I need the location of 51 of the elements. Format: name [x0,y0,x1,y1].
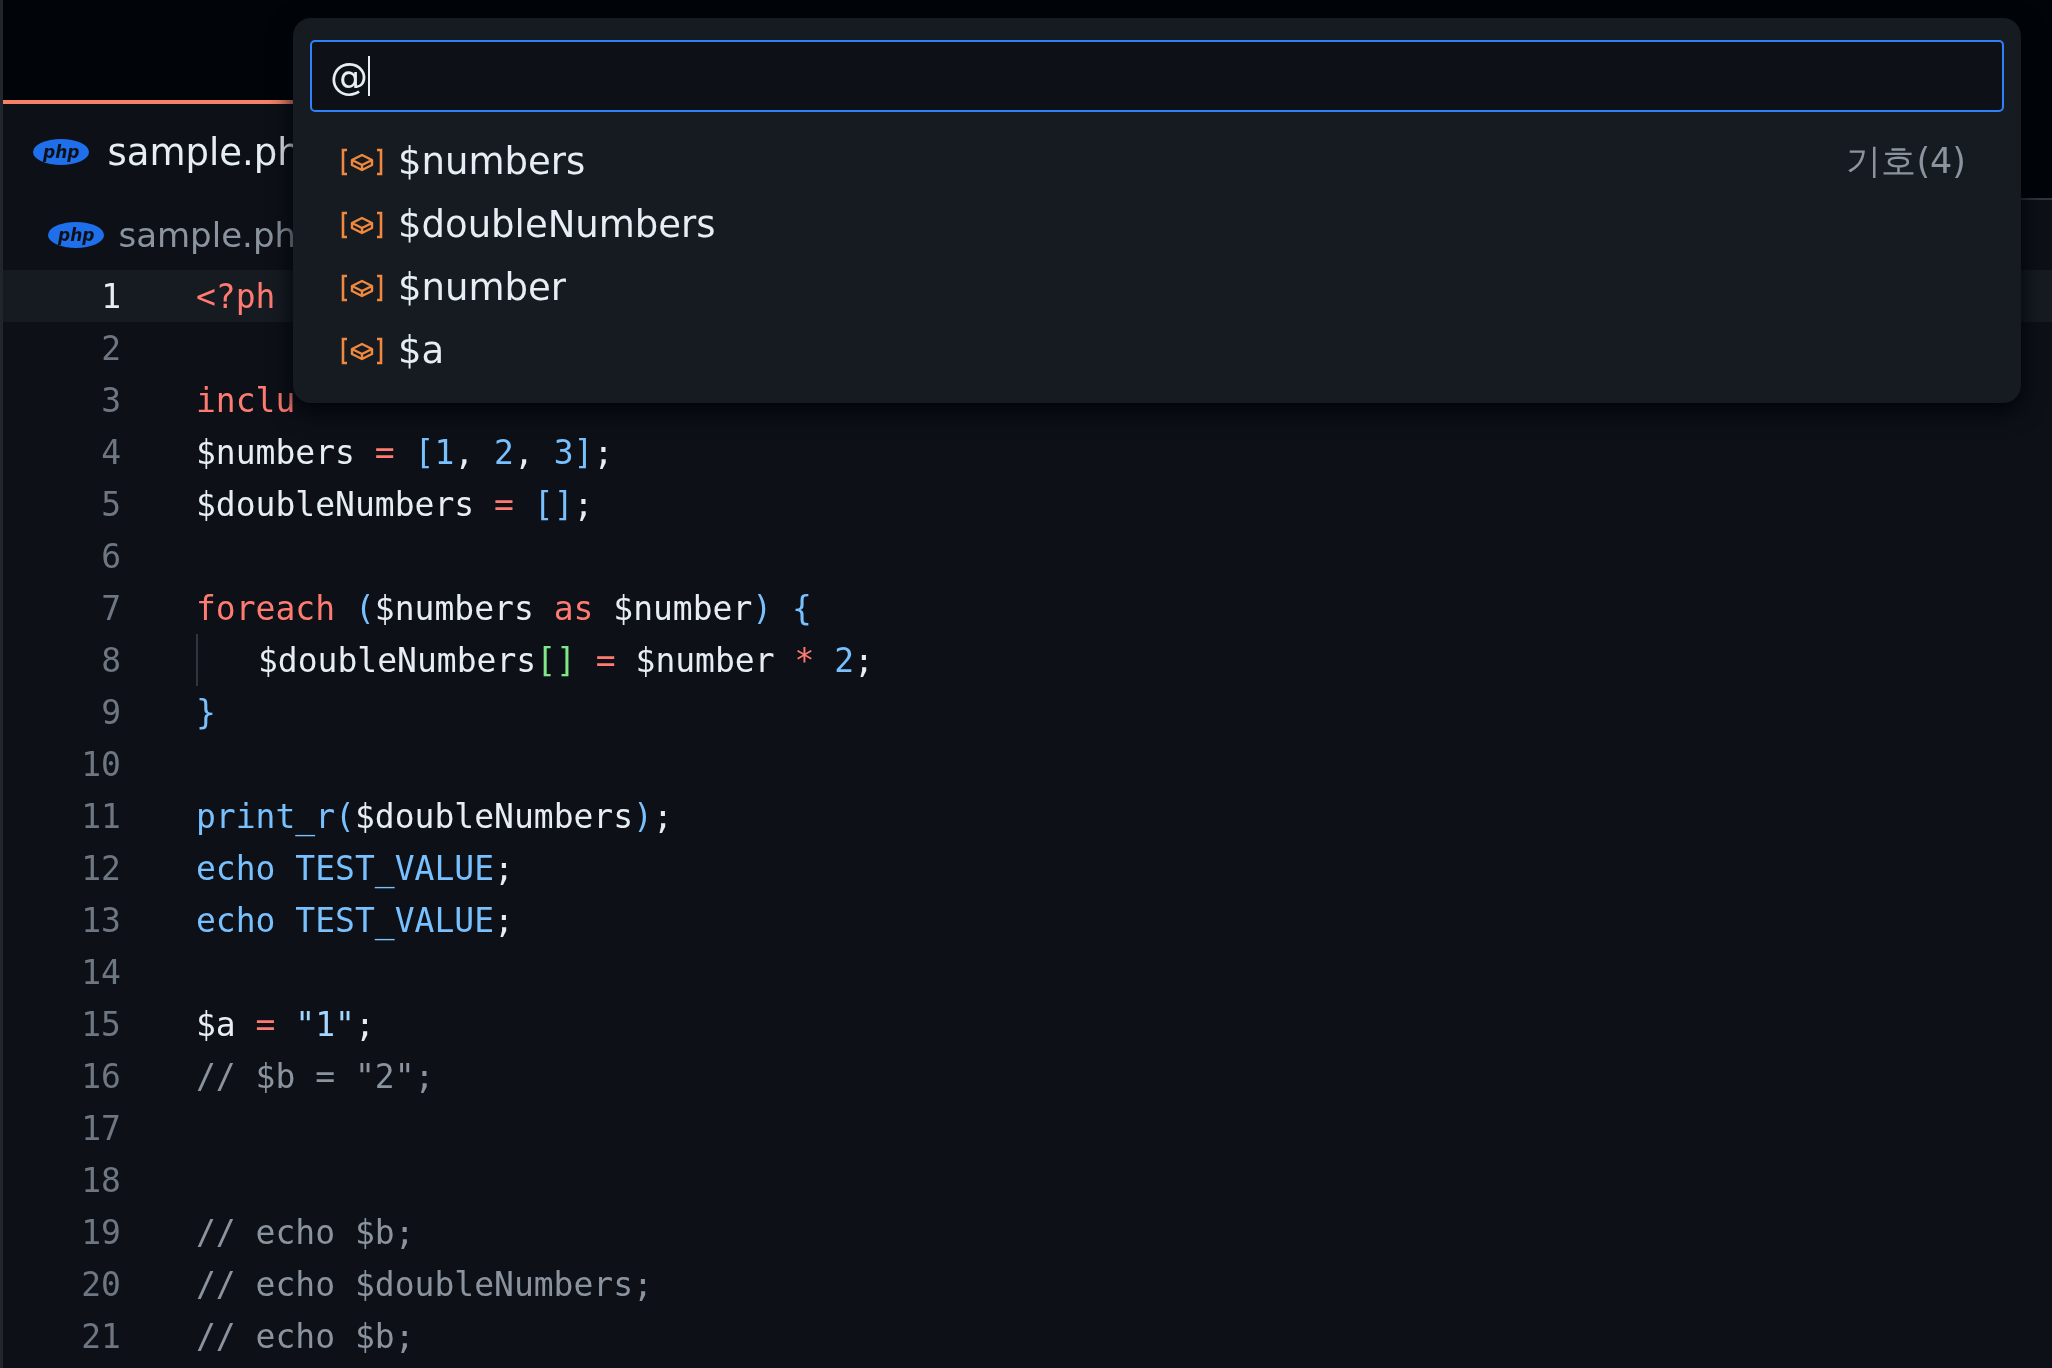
line-number: 14 [80,952,121,992]
symbol-item[interactable]: $a [310,319,2004,382]
line-number: 3 [100,380,121,420]
line-number: 21 [80,1316,121,1356]
line-number: 12 [80,848,121,888]
symbol-item[interactable]: $number [310,256,2004,319]
code-line: $a = "1"; [196,1004,375,1044]
line-number: 20 [80,1264,121,1304]
variable-icon [340,335,384,366]
code-line: $doubleNumbers = []; [196,484,594,524]
code-line: inclu [196,380,296,420]
code-line: } [196,692,216,732]
indent-guide [196,634,198,686]
search-field[interactable]: @ [310,40,2004,112]
breadcrumb-file[interactable]: sample.ph [118,215,296,255]
line-number: 19 [80,1212,121,1252]
line-number: 17 [80,1108,121,1148]
line-number: 18 [80,1160,121,1200]
group-label: 기호(4) [1846,140,1966,183]
line-number: 10 [80,744,121,784]
line-number: 2 [100,328,121,368]
line-number: 9 [100,692,121,732]
line-number: 4 [100,432,121,472]
line-number: 5 [100,484,121,524]
code-line: <?ph [196,276,276,316]
php-icon: php [48,222,105,248]
code-line: $doubleNumbers[] = $number * 2; [258,640,874,680]
code-line: // echo $b; [196,1316,415,1356]
line-number: 8 [100,640,121,680]
php-icon: php [33,139,90,165]
variable-icon [340,209,384,240]
symbol-item[interactable]: $numbers 기호(4) [310,130,2004,193]
line-number: 15 [80,1004,121,1044]
line-number: 11 [80,796,121,836]
line-number: 13 [80,900,121,940]
line-number: 16 [80,1056,121,1096]
code-line: foreach ($numbers as $number) { [196,588,812,628]
line-number: 1 [100,276,121,316]
line-number: 7 [100,588,121,628]
variable-icon [340,272,384,303]
code-line: // echo $b; [196,1212,415,1252]
code-line: echo TEST_VALUE; [196,848,514,888]
line-number: 6 [100,536,121,576]
variable-icon [340,146,384,177]
file-tab[interactable]: php sample.ph [3,100,293,200]
symbol-item[interactable]: $doubleNumbers [310,193,2004,256]
code-line: echo TEST_VALUE; [196,900,514,940]
code-line: $numbers = [1, 2, 3]; [196,432,614,472]
code-line: // echo $doubleNumbers; [196,1264,653,1304]
code-line: print_r($doubleNumbers); [196,796,673,836]
code-line: // $b = "2"; [196,1056,435,1096]
